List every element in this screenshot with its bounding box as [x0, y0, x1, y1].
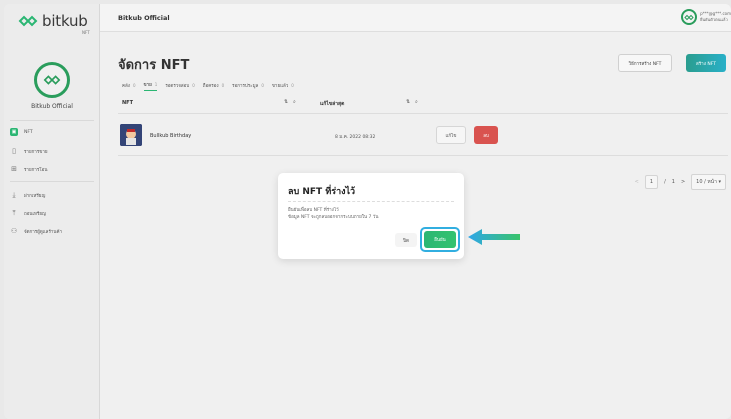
- pointer-arrow-icon: [468, 229, 520, 245]
- dialog-message-line2: ข้อมูล NFT จะถูกลบออกจากระบบภายใน 7 วัน: [288, 215, 379, 220]
- close-button[interactable]: ปิด: [395, 233, 417, 247]
- delete-draft-dialog: ลบ NFT ที่ร่างไว้ ยืนยันเพื่อลบ NFT ที่ร…: [278, 173, 464, 259]
- dialog-message-line1: ยืนยันเพื่อลบ NFT ที่ร่างไว้: [288, 208, 339, 213]
- dialog-title: ลบ NFT ที่ร่างไว้: [288, 187, 356, 197]
- dialog-divider: [288, 201, 454, 202]
- dialog-message: ยืนยันเพื่อลบ NFT ที่ร่างไว้ ข้อมูล NFT …: [288, 207, 378, 221]
- confirm-highlight: ยืนยัน: [420, 227, 460, 252]
- confirm-button[interactable]: ยืนยัน: [424, 231, 456, 248]
